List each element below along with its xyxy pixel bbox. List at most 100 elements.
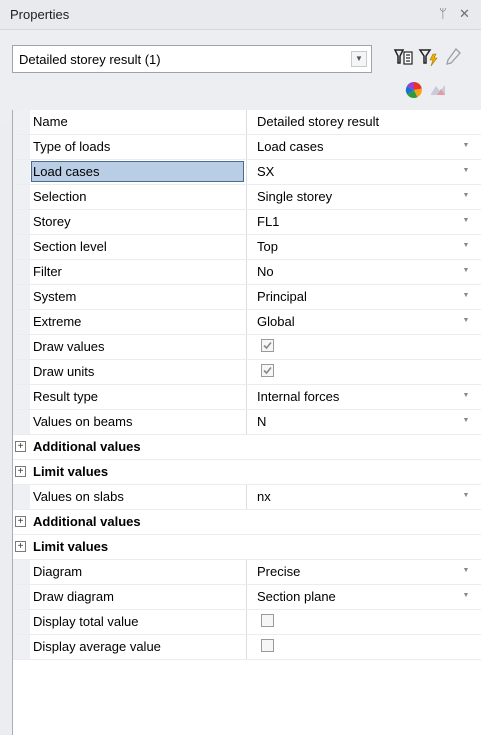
property-value: SX bbox=[257, 164, 275, 179]
property-value: FL1 bbox=[257, 214, 280, 229]
property-value-cell[interactable]: FL1 ▼ bbox=[246, 210, 481, 234]
property-section-limit-values[interactable]: + Limit values bbox=[13, 460, 481, 485]
property-row-draw-diagram[interactable]: Draw diagram Section plane ▼ bbox=[13, 585, 481, 610]
property-row-system[interactable]: System Principal ▼ bbox=[13, 285, 481, 310]
property-section-additional-values[interactable]: + Additional values bbox=[13, 510, 481, 535]
dropdown-arrow-icon[interactable]: ▼ bbox=[462, 238, 470, 254]
dropdown-arrow-icon[interactable]: ▼ bbox=[462, 263, 470, 279]
property-row-draw-values[interactable]: Draw values bbox=[13, 335, 481, 360]
property-value-cell[interactable]: Load cases ▼ bbox=[246, 135, 481, 159]
property-name: Display average value bbox=[33, 639, 161, 654]
property-value-cell[interactable]: Precise ▼ bbox=[246, 560, 481, 584]
property-section-additional-values[interactable]: + Additional values bbox=[13, 435, 481, 460]
property-value-cell[interactable]: Single storey ▼ bbox=[246, 185, 481, 209]
property-row-load-cases[interactable]: Load cases SX ▼ bbox=[13, 160, 481, 185]
row-gutter bbox=[13, 560, 30, 584]
expand-icon[interactable]: + bbox=[15, 466, 26, 477]
property-value-cell[interactable]: Global ▼ bbox=[246, 310, 481, 334]
property-value-cell[interactable]: SX ▼ bbox=[246, 160, 481, 184]
row-gutter bbox=[13, 360, 30, 384]
property-value-cell[interactable]: N ▼ bbox=[246, 410, 481, 434]
property-row-section-level[interactable]: Section level Top ▼ bbox=[13, 235, 481, 260]
property-name: Draw values bbox=[33, 339, 105, 354]
row-gutter bbox=[13, 135, 30, 159]
filter-all-icon[interactable] bbox=[393, 46, 415, 68]
property-name: Values on beams bbox=[33, 414, 133, 429]
expand-icon[interactable]: + bbox=[15, 516, 26, 527]
property-value-cell[interactable]: Top ▼ bbox=[246, 235, 481, 259]
property-row-selection[interactable]: Selection Single storey ▼ bbox=[13, 185, 481, 210]
property-value: No bbox=[257, 264, 274, 279]
property-row-diagram[interactable]: Diagram Precise ▼ bbox=[13, 560, 481, 585]
checkbox-unchecked[interactable] bbox=[261, 639, 274, 652]
pin-icon[interactable]: ᛘ bbox=[439, 6, 447, 21]
display-settings-icon[interactable] bbox=[428, 80, 448, 100]
chevron-down-icon[interactable]: ▼ bbox=[351, 51, 367, 67]
dropdown-arrow-icon[interactable]: ▼ bbox=[462, 313, 470, 329]
object-selector-combo[interactable]: Detailed storey result (1) ▼ bbox=[12, 45, 372, 73]
property-value-cell[interactable]: Principal ▼ bbox=[246, 285, 481, 309]
property-row-values-on-slabs[interactable]: Values on slabs nx ▼ bbox=[13, 485, 481, 510]
property-name: System bbox=[33, 289, 77, 304]
dropdown-arrow-icon[interactable]: ▼ bbox=[462, 488, 470, 504]
property-row-draw-units[interactable]: Draw units bbox=[13, 360, 481, 385]
dropdown-arrow-icon[interactable]: ▼ bbox=[462, 138, 470, 154]
property-value: Single storey bbox=[257, 189, 333, 204]
property-name: Type of loads bbox=[33, 139, 111, 154]
checkbox-checked[interactable] bbox=[261, 339, 274, 352]
property-row-display-total-value[interactable]: Display total value bbox=[13, 610, 481, 635]
expand-icon[interactable]: + bbox=[15, 541, 26, 552]
row-gutter bbox=[13, 210, 30, 234]
section-label: Limit values bbox=[33, 539, 109, 554]
property-value-cell[interactable] bbox=[246, 335, 481, 359]
property-value-cell[interactable] bbox=[246, 610, 481, 634]
dropdown-arrow-icon[interactable]: ▼ bbox=[462, 563, 470, 579]
property-value-cell[interactable]: Internal forces ▼ bbox=[246, 385, 481, 409]
property-name: Selection bbox=[33, 189, 87, 204]
property-value-cell[interactable]: Section plane ▼ bbox=[246, 585, 481, 609]
checkbox-checked[interactable] bbox=[261, 364, 274, 377]
property-row-filter[interactable]: Filter No ▼ bbox=[13, 260, 481, 285]
row-gutter bbox=[13, 160, 30, 184]
color-palette-icon[interactable] bbox=[404, 80, 424, 100]
panel-titlebar: Properties ᛘ ✕ bbox=[0, 0, 481, 30]
property-value-cell[interactable] bbox=[246, 635, 481, 659]
property-value: Section plane bbox=[257, 589, 336, 604]
property-row-display-average-value[interactable]: Display average value bbox=[13, 635, 481, 660]
property-row-storey[interactable]: Storey FL1 ▼ bbox=[13, 210, 481, 235]
row-gutter bbox=[13, 310, 30, 334]
dropdown-arrow-icon[interactable]: ▼ bbox=[462, 163, 470, 179]
property-name: Draw diagram bbox=[33, 589, 114, 604]
close-icon[interactable]: ✕ bbox=[459, 6, 470, 22]
property-section-limit-values[interactable]: + Limit values bbox=[13, 535, 481, 560]
property-row-type-of-loads[interactable]: Type of loads Load cases ▼ bbox=[13, 135, 481, 160]
property-row-result-type[interactable]: Result type Internal forces ▼ bbox=[13, 385, 481, 410]
property-row-name[interactable]: Name Detailed storey result bbox=[13, 110, 481, 135]
row-gutter bbox=[13, 285, 30, 309]
property-name: Draw units bbox=[33, 364, 95, 379]
property-value-cell[interactable]: Detailed storey result bbox=[246, 110, 481, 134]
property-value: Detailed storey result bbox=[257, 114, 380, 129]
checkmark-icon bbox=[263, 366, 272, 375]
section-label: Additional values bbox=[33, 439, 141, 454]
dropdown-arrow-icon[interactable]: ▼ bbox=[462, 413, 470, 429]
property-value-cell[interactable]: No ▼ bbox=[246, 260, 481, 284]
row-gutter bbox=[13, 585, 30, 609]
expand-icon[interactable]: + bbox=[15, 441, 26, 452]
filter-lightning-icon[interactable] bbox=[418, 46, 440, 68]
property-row-extreme[interactable]: Extreme Global ▼ bbox=[13, 310, 481, 335]
checkbox-unchecked[interactable] bbox=[261, 614, 274, 627]
property-value: Global bbox=[257, 314, 295, 329]
row-gutter bbox=[13, 110, 30, 134]
pencil-icon[interactable] bbox=[442, 46, 464, 68]
property-value: Load cases bbox=[257, 139, 324, 154]
dropdown-arrow-icon[interactable]: ▼ bbox=[462, 288, 470, 304]
dropdown-arrow-icon[interactable]: ▼ bbox=[462, 213, 470, 229]
dropdown-arrow-icon[interactable]: ▼ bbox=[462, 388, 470, 404]
property-value-cell[interactable]: nx ▼ bbox=[246, 485, 481, 509]
dropdown-arrow-icon[interactable]: ▼ bbox=[462, 188, 470, 204]
row-gutter bbox=[13, 635, 30, 659]
property-row-values-on-beams[interactable]: Values on beams N ▼ bbox=[13, 410, 481, 435]
dropdown-arrow-icon[interactable]: ▼ bbox=[462, 588, 470, 604]
property-value-cell[interactable] bbox=[246, 360, 481, 384]
